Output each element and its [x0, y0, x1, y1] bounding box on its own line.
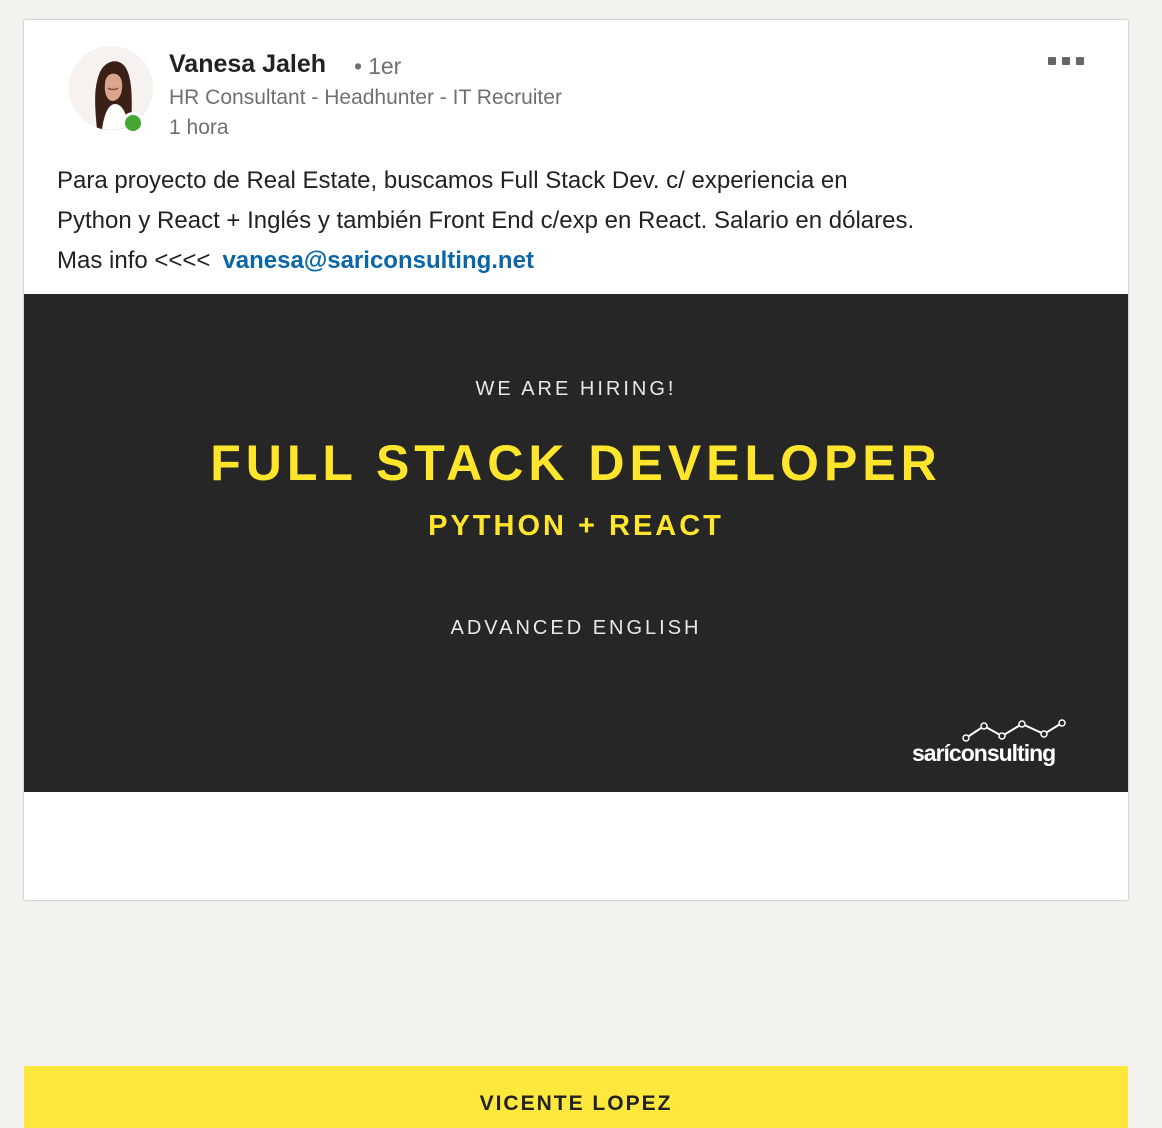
degree-label: 1er	[368, 53, 402, 79]
more-info-label: Mas info <<<<	[57, 247, 211, 274]
brand-name: saríconsulting	[912, 740, 1056, 766]
degree-separator: •	[354, 53, 363, 79]
hiring-label: WE ARE HIRING!	[475, 378, 677, 400]
more-horizontal-icon	[1048, 57, 1056, 65]
job-title: FULL STACK DEVELOPER	[210, 435, 942, 491]
more-horizontal-icon	[1076, 57, 1084, 65]
post-timestamp: 1 hora	[169, 116, 229, 139]
more-horizontal-icon	[1062, 57, 1070, 65]
post-body: Para proyecto de Real Estate, buscamos F…	[57, 161, 1117, 281]
post-text-line-3: Mas info <<<< vanesa@sariconsulting.net	[57, 241, 1117, 281]
company-logo: saríconsulting	[912, 718, 1082, 770]
trend-line-icon	[962, 719, 1066, 742]
connection-degree: • 1er	[354, 53, 401, 80]
job-location: VICENTE LOPEZ	[479, 1092, 673, 1115]
post-card: Vanesa Jaleh • 1er HR Consultant - Headhu…	[23, 19, 1129, 1128]
email-link[interactable]: vanesa@sariconsulting.net	[222, 247, 534, 274]
online-status-indicator	[122, 112, 144, 134]
author-headline: HR Consultant - Headhunter - IT Recruite…	[169, 86, 562, 109]
job-banner-image[interactable]: WE ARE HIRING! FULL STACK DEVELOPER PYTH…	[24, 294, 1128, 1128]
author-name[interactable]: Vanesa Jaleh	[169, 50, 326, 79]
more-options-button[interactable]	[1048, 54, 1098, 68]
post-text-line-2: Python y React + Inglés y también Front …	[57, 207, 915, 234]
job-tech-stack: PYTHON + REACT	[428, 510, 724, 542]
location-bar: VICENTE LOPEZ	[24, 1066, 1128, 1128]
language-requirement: ADVANCED ENGLISH	[450, 617, 702, 639]
post-text-line-1: Para proyecto de Real Estate, buscamos F…	[57, 167, 848, 194]
